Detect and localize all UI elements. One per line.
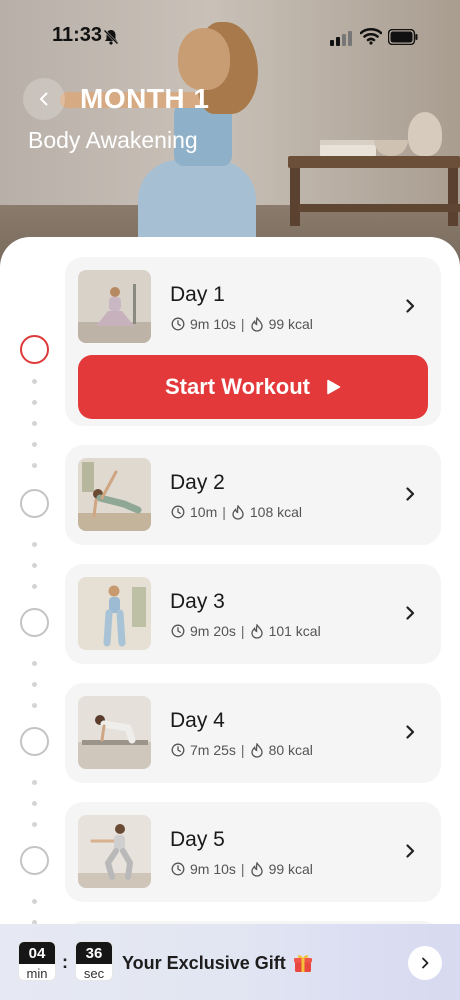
status-time: 11:33 xyxy=(52,24,103,46)
flame-icon xyxy=(250,623,263,639)
timer-minutes-value: 04 xyxy=(19,942,55,964)
clock-icon xyxy=(171,624,185,638)
timer-seconds-unit: sec xyxy=(83,965,105,981)
battery-icon xyxy=(388,29,418,45)
day-title: Day 3 xyxy=(170,590,225,613)
timer-seconds-value: 36 xyxy=(76,942,112,964)
signal-icon xyxy=(330,31,352,46)
day-meta: 9m 10s | 99 kcal xyxy=(171,316,313,332)
day-calories: 99 kcal xyxy=(268,316,313,332)
day-duration: 7m 25s xyxy=(190,742,236,758)
flame-icon xyxy=(250,861,263,877)
status-bar: 11:33 xyxy=(0,0,460,72)
back-button[interactable] xyxy=(23,78,65,120)
promo-banner[interactable]: 04 min : 36 sec Your Exclusive Gift xyxy=(0,924,460,1000)
promo-arrow-button[interactable] xyxy=(408,946,442,980)
day-title: Day 1 xyxy=(170,283,225,306)
bell-slash-icon xyxy=(103,29,119,45)
day-duration: 9m 10s xyxy=(190,316,236,332)
day-5-thumbnail xyxy=(78,815,151,888)
page-title: MONTH 1 xyxy=(80,83,210,114)
start-workout-label: Start Workout xyxy=(164,374,311,399)
day-meta: 10m | 108 kcal xyxy=(171,504,302,520)
play-icon xyxy=(327,379,341,395)
wifi-icon xyxy=(360,27,382,45)
day-calories: 80 kcal xyxy=(268,742,313,758)
day-duration: 9m 10s xyxy=(190,861,236,877)
day-3-thumbnail xyxy=(78,577,151,650)
flame-icon xyxy=(250,316,263,332)
day-duration: 9m 20s xyxy=(190,623,236,639)
chevron-right-icon xyxy=(406,299,415,313)
timeline-node-day-5 xyxy=(20,846,49,875)
day-calories: 108 kcal xyxy=(249,504,303,520)
day-card-1[interactable]: Day 1 9m 10s | 99 kcal Start Workout xyxy=(65,257,441,426)
day-card-5[interactable]: Day 5 9m 10s | 99 kcal xyxy=(65,802,441,902)
timeline-node-day-1 xyxy=(20,335,49,364)
day-4-thumbnail xyxy=(78,696,151,769)
day-card-3[interactable]: Day 3 9m 20s | 101 kcal xyxy=(65,564,441,664)
gift-icon xyxy=(293,955,312,972)
page-subtitle: Body Awakening xyxy=(28,127,198,153)
day-title: Day 2 xyxy=(170,471,225,494)
timeline-node-day-4 xyxy=(20,727,49,756)
timer-minutes-unit: min xyxy=(26,965,48,981)
flame-icon xyxy=(250,742,263,758)
chevron-right-icon xyxy=(422,957,429,969)
day-2-thumbnail xyxy=(78,458,151,531)
timer-separator: : xyxy=(62,952,68,972)
timeline-node-day-2 xyxy=(20,489,49,518)
clock-icon xyxy=(171,862,185,876)
clock-icon xyxy=(171,317,185,331)
start-workout-button[interactable]: Start Workout xyxy=(78,355,428,419)
day-1-thumbnail xyxy=(78,270,151,343)
timeline-node-day-3 xyxy=(20,608,49,637)
day-meta: 7m 25s | 80 kcal xyxy=(171,742,313,758)
chevron-right-icon xyxy=(406,844,415,858)
day-calories: 101 kcal xyxy=(268,623,321,639)
promo-label: Your Exclusive Gift xyxy=(122,952,286,973)
day-card-2[interactable]: Day 2 10m | 108 kcal xyxy=(65,445,441,545)
day-title: Day 4 xyxy=(170,709,225,732)
day-meta: 9m 20s | 101 kcal xyxy=(171,623,321,639)
flame-icon xyxy=(232,504,244,520)
workout-list: Day 1 9m 10s | 99 kcal Start Workout Day… xyxy=(0,237,460,1000)
clock-icon xyxy=(171,743,185,757)
clock-icon xyxy=(171,505,185,519)
chevron-left-icon xyxy=(40,92,48,106)
day-card-4[interactable]: Day 4 7m 25s | 80 kcal xyxy=(65,683,441,783)
chevron-right-icon xyxy=(406,606,415,620)
timer-seconds: 36 sec xyxy=(75,941,113,981)
day-title: Day 5 xyxy=(170,828,225,851)
day-meta: 9m 10s | 99 kcal xyxy=(171,861,313,877)
chevron-right-icon xyxy=(406,725,415,739)
chevron-right-icon xyxy=(406,487,415,501)
promo-text: Your Exclusive Gift xyxy=(122,952,314,974)
day-calories: 99 kcal xyxy=(268,861,313,877)
timer-minutes: 04 min xyxy=(18,941,56,981)
day-duration: 10m xyxy=(190,504,218,520)
